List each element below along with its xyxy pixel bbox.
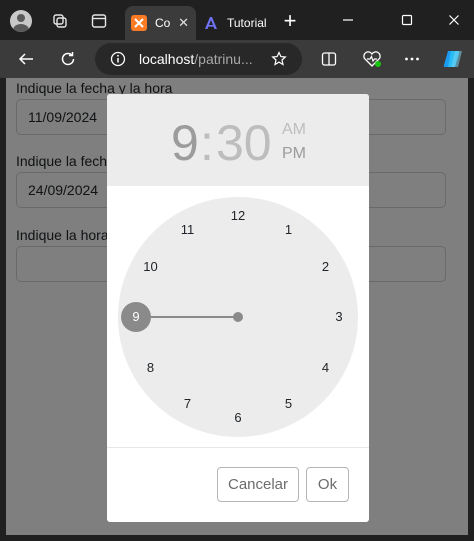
hour-option-3[interactable]: 3 (327, 308, 351, 326)
hour-option-6[interactable]: 6 (226, 409, 250, 427)
dialog-divider (107, 447, 369, 448)
back-arrow-icon[interactable] (13, 46, 39, 72)
close-window-icon[interactable] (441, 8, 467, 32)
clock-center-dot (233, 312, 243, 322)
tab-title: Tutorial (227, 16, 267, 30)
hour-option-10[interactable]: 10 (139, 258, 163, 276)
browser-toolbar: localhost/patrinu... (0, 40, 474, 78)
am-toggle[interactable]: AM (282, 121, 306, 139)
ok-button[interactable]: Ok (306, 467, 349, 502)
close-tab-icon[interactable]: ✕ (178, 16, 189, 30)
hour-option-4[interactable]: 4 (313, 359, 337, 377)
url-host: localhost (139, 51, 195, 67)
maximize-icon[interactable] (394, 8, 420, 32)
url-text: localhost/patrinu... (139, 51, 279, 67)
hour-option-1[interactable]: 1 (277, 221, 301, 239)
workspaces-icon[interactable] (48, 9, 72, 33)
minimize-icon[interactable] (335, 8, 361, 32)
favorite-star-icon[interactable] (271, 51, 287, 67)
tab-active[interactable]: Co ✕ (125, 6, 196, 40)
clock-picker-dialog: 9 : 30 AM PM 9 12 1 2 3 4 5 6 7 8 10 11 Cancelar O… (107, 94, 369, 522)
hour-option-2[interactable]: 2 (313, 258, 337, 276)
more-options-icon[interactable] (399, 46, 425, 72)
xampp-icon (131, 15, 147, 31)
clock-dial[interactable]: 9 12 1 2 3 4 5 6 7 8 10 11 (118, 197, 358, 437)
hour-option-12[interactable]: 12 (226, 207, 250, 225)
site-info-icon[interactable] (110, 51, 126, 67)
pm-toggle[interactable]: PM (282, 145, 306, 163)
tab-inactive[interactable]: Tutorial (197, 6, 269, 40)
tab-title: Co (155, 16, 171, 30)
clock-hand (147, 316, 238, 318)
minute-display[interactable]: 30 (216, 114, 272, 172)
hour-option-5[interactable]: 5 (277, 395, 301, 413)
time-display-header: 9 : 30 AM PM (107, 94, 369, 186)
profile-avatar-icon[interactable] (10, 10, 32, 32)
hour-option-7[interactable]: 7 (176, 395, 200, 413)
copilot-icon[interactable] (440, 46, 466, 72)
hour-option-11[interactable]: 11 (176, 221, 200, 239)
refresh-icon[interactable] (55, 46, 81, 72)
tab-actions-icon[interactable] (87, 9, 111, 33)
hour-option-8[interactable]: 8 (139, 359, 163, 377)
time-separator: : (200, 115, 214, 171)
selected-hour-indicator[interactable]: 9 (121, 302, 151, 332)
new-tab-icon[interactable]: + (278, 9, 302, 33)
browser-essentials-icon[interactable] (359, 46, 385, 72)
split-screen-icon[interactable] (316, 46, 342, 72)
browser-tab-bar: Co ✕ Tutorial + (0, 0, 474, 40)
cancel-button[interactable]: Cancelar (217, 467, 299, 502)
hour-display[interactable]: 9 (171, 114, 199, 172)
address-bar[interactable]: localhost/patrinu... (95, 43, 302, 75)
tutorial-site-icon (203, 15, 219, 31)
url-path: /patrinu... (194, 51, 253, 67)
